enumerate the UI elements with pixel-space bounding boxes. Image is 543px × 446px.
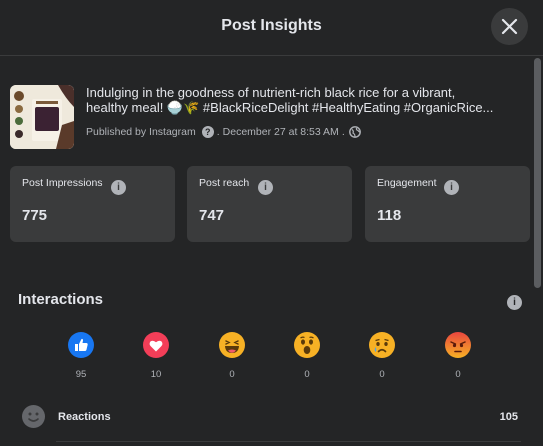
reaction-angry: 0 [433,332,483,380]
reaction-count: 0 [379,369,385,380]
love-icon [143,332,169,358]
metric-value: 747 [199,207,225,224]
like-icon [68,332,94,358]
info-icon[interactable]: i [507,295,522,310]
reaction-count: 0 [304,369,310,380]
reaction-count: 10 [150,369,162,380]
post-thumbnail[interactable] [10,85,74,149]
metric-value: 775 [22,207,48,224]
meta-separator: . [216,126,220,138]
close-button[interactable] [491,8,528,45]
info-icon[interactable]: i [258,180,273,195]
divider [56,441,521,442]
post-date[interactable]: December 27 at 8:53 AM [223,126,339,138]
interactions-title: Interactions [18,291,104,308]
smile-icon [22,405,45,428]
reaction-count: 0 [455,369,461,380]
metric-card-engagement: Engagement i 118 [365,166,530,242]
wow-icon [294,332,320,358]
close-icon [501,18,518,35]
reaction-sad: 0 [357,332,407,380]
reaction-like: 95 [56,332,106,380]
metric-label: Engagement [377,177,437,189]
info-icon[interactable]: i [111,180,126,195]
reaction-count: 95 [75,369,87,380]
reaction-wow: 0 [282,332,332,380]
post-caption: Indulging in the goodness of nutrient-ri… [86,85,522,115]
post-caption-line1: Indulging in the goodness of nutrient-ri… [86,85,456,100]
post-meta: Published by Instagram ? . December 27 a… [86,126,361,138]
reactions-summary-row[interactable]: Reactions 105 [22,405,522,431]
metric-card-reach: Post reach i 747 [187,166,352,242]
reaction-count: 0 [229,369,235,380]
info-icon[interactable]: i [444,180,459,195]
globe-icon [348,126,361,138]
metric-card-impressions: Post Impressions i 775 [10,166,175,242]
metric-label: Post reach [199,177,250,189]
metric-value: 118 [377,207,402,224]
published-by: Published by Instagram [86,126,196,138]
reactions-total: 105 [499,411,518,423]
haha-icon [219,332,245,358]
reaction-haha: 0 [207,332,257,380]
question-icon[interactable]: ? [201,126,214,138]
meta-separator: . [341,126,345,138]
reactions-label: Reactions [58,411,111,423]
dialog-header: Post Insights [0,0,543,56]
sad-icon [369,332,395,358]
post-caption-line2: healthy meal! 🍚🌾 #BlackRiceDelight #Heal… [86,100,494,115]
reaction-love: 10 [131,332,181,380]
post-thumbnail-image [10,85,74,149]
scrollbar-thumb[interactable] [534,58,541,288]
angry-icon [445,332,471,358]
post-summary: Indulging in the goodness of nutrient-ri… [10,85,525,151]
metric-label: Post Impressions [22,177,103,189]
dialog-title: Post Insights [221,17,322,34]
